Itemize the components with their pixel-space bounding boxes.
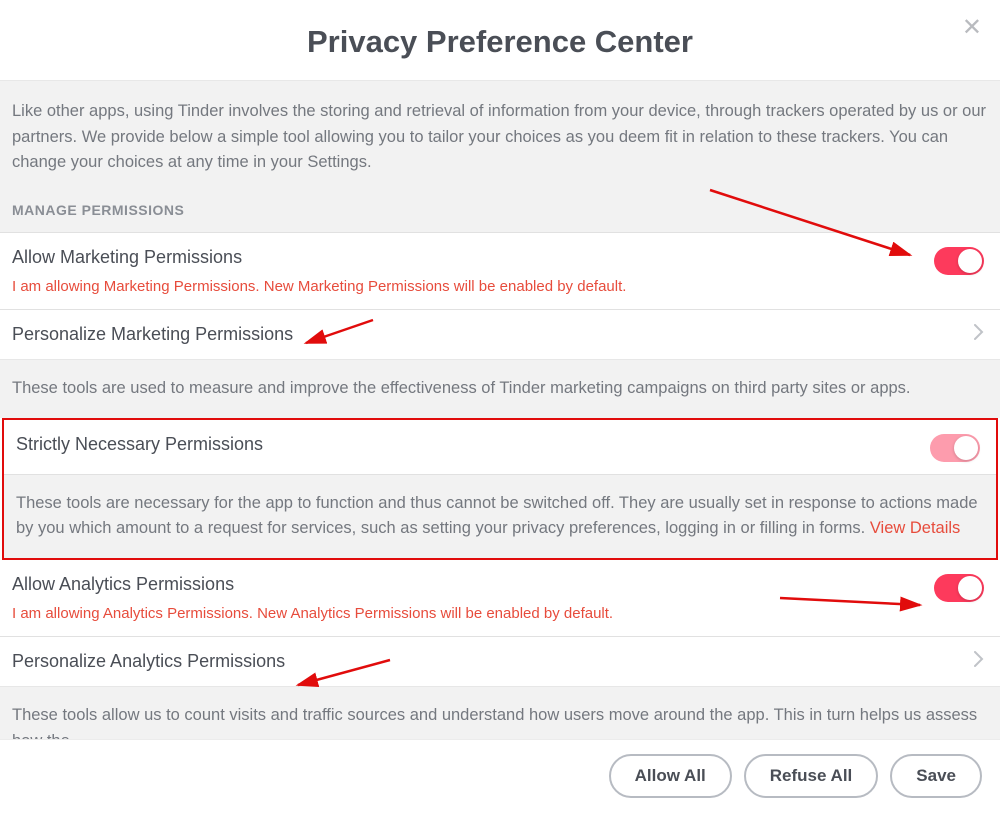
allow-marketing-row: Allow Marketing Permissions I am allowin…	[0, 232, 1000, 309]
toggle-knob	[954, 436, 978, 460]
allow-marketing-status: I am allowing Marketing Permissions. New…	[12, 276, 922, 297]
intro-section: Like other apps, using Tinder involves t…	[0, 80, 1000, 186]
personalize-analytics-title: Personalize Analytics Permissions	[12, 649, 962, 674]
close-icon: ✕	[962, 14, 982, 41]
allow-all-button[interactable]: Allow All	[609, 754, 732, 798]
allow-analytics-row: Allow Analytics Permissions I am allowin…	[0, 560, 1000, 636]
footer: Allow All Refuse All Save	[0, 739, 1000, 814]
personalize-marketing-row[interactable]: Personalize Marketing Permissions	[0, 309, 1000, 359]
strictly-desc-text: These tools are necessary for the app to…	[16, 494, 978, 538]
modal-title: Privacy Preference Center	[16, 24, 984, 60]
chevron-right-icon	[974, 651, 984, 672]
strictly-necessary-toggle	[930, 434, 980, 462]
refuse-all-button[interactable]: Refuse All	[744, 754, 879, 798]
allow-analytics-status: I am allowing Analytics Permissions. New…	[12, 603, 922, 624]
save-button[interactable]: Save	[890, 754, 982, 798]
toggle-knob	[958, 576, 982, 600]
strictly-necessary-description: These tools are necessary for the app to…	[4, 474, 996, 558]
strictly-necessary-highlight: Strictly Necessary Permissions These too…	[2, 418, 998, 560]
modal-header: Privacy Preference Center ✕	[0, 0, 1000, 80]
personalize-analytics-row[interactable]: Personalize Analytics Permissions	[0, 636, 1000, 686]
allow-marketing-toggle[interactable]	[934, 247, 984, 275]
allow-marketing-title: Allow Marketing Permissions	[12, 245, 922, 270]
close-button[interactable]: ✕	[962, 16, 982, 40]
section-label: MANAGE PERMISSIONS	[0, 186, 1000, 232]
personalize-marketing-title: Personalize Marketing Permissions	[12, 322, 962, 347]
toggle-knob	[958, 249, 982, 273]
marketing-description: These tools are used to measure and impr…	[0, 359, 1000, 418]
allow-analytics-title: Allow Analytics Permissions	[12, 572, 922, 597]
strictly-necessary-title: Strictly Necessary Permissions	[16, 432, 918, 457]
chevron-right-icon	[974, 324, 984, 345]
allow-analytics-toggle[interactable]	[934, 574, 984, 602]
view-details-link[interactable]: View Details	[870, 519, 960, 537]
intro-text: Like other apps, using Tinder involves t…	[12, 99, 988, 176]
strictly-necessary-row: Strictly Necessary Permissions	[4, 420, 996, 474]
